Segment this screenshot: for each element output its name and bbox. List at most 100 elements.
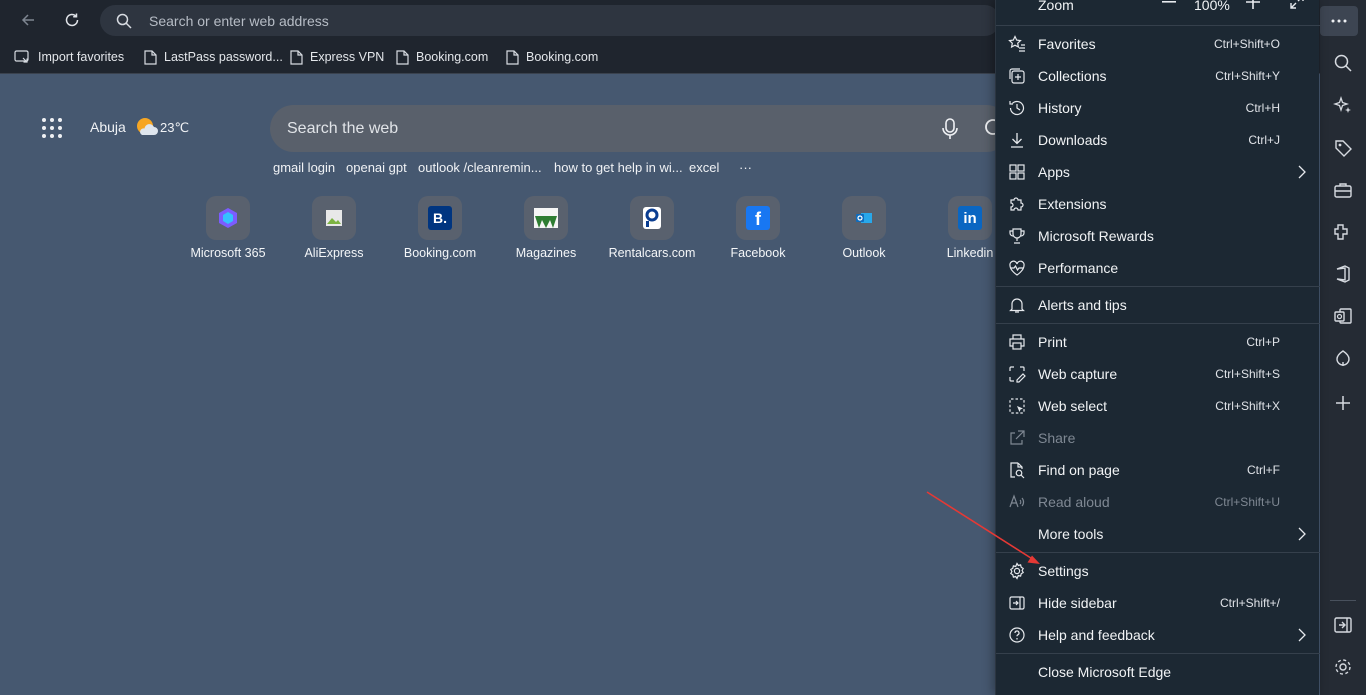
menu-item-history[interactable]: History Ctrl+H — [996, 92, 1320, 124]
zoom-label: Zoom — [1038, 0, 1074, 13]
address-placeholder: Search or enter web address — [149, 13, 329, 29]
menu-item-web-capture[interactable]: Web capture Ctrl+Shift+S — [996, 358, 1320, 390]
trending-search-item[interactable]: openai gpt — [346, 160, 407, 175]
zoom-in-icon[interactable] — [1246, 0, 1260, 9]
menu-item-downloads[interactable]: Downloads Ctrl+J — [996, 124, 1320, 156]
apps-icon — [1009, 164, 1025, 180]
favorite-lastpass[interactable]: LastPass password... — [144, 46, 283, 68]
settings-and-more-button[interactable] — [1320, 6, 1358, 36]
quick-link-tile[interactable]: f Facebook — [705, 196, 811, 260]
chevron-right-icon — [1298, 628, 1306, 642]
page-icon — [144, 49, 157, 65]
sidebar-divider — [1330, 600, 1356, 601]
menu-divider — [996, 286, 1320, 287]
menu-item-settings[interactable]: Settings — [996, 555, 1320, 587]
quick-link-tile[interactable]: B. Booking.com — [387, 196, 493, 260]
refresh-icon — [65, 13, 79, 27]
booking-logo-icon: B. — [418, 196, 462, 240]
web-capture-icon — [1009, 366, 1026, 383]
sidebar-search-icon[interactable] — [1333, 53, 1353, 73]
sidebar-settings-icon[interactable] — [1333, 657, 1353, 677]
web-select-icon — [1009, 398, 1025, 414]
favorite-booking-2[interactable]: Booking.com — [506, 46, 598, 68]
toolbox-icon[interactable] — [1333, 180, 1353, 200]
menu-item-collections[interactable]: Collections Ctrl+Shift+Y — [996, 60, 1320, 92]
menu-item-more-tools[interactable]: More tools — [996, 518, 1320, 550]
menu-divider — [996, 552, 1320, 553]
menu-item-extensions[interactable]: Extensions — [996, 188, 1320, 220]
chevron-right-icon — [1298, 527, 1306, 541]
history-icon — [1009, 100, 1025, 116]
magazines-logo-icon — [524, 196, 568, 240]
facebook-logo-icon: f — [736, 196, 780, 240]
menu-divider — [996, 653, 1320, 654]
fullscreen-icon[interactable] — [1290, 0, 1304, 9]
sidebar-hide-icon[interactable] — [1333, 615, 1353, 635]
download-icon — [1011, 133, 1023, 148]
menu-item-read-aloud[interactable]: Read aloud Ctrl+Shift+U — [996, 486, 1320, 518]
trending-search-item[interactable]: outlook /cleanremin... — [418, 160, 542, 175]
broken-image-icon — [312, 196, 356, 240]
trophy-icon — [1009, 228, 1025, 244]
trending-search-item[interactable]: excel — [689, 160, 719, 175]
menu-item-microsoft-rewards[interactable]: Microsoft Rewards — [996, 220, 1320, 252]
web-search-placeholder: Search the web — [287, 120, 399, 137]
refresh-button[interactable] — [58, 6, 86, 34]
tag-icon[interactable] — [1333, 138, 1353, 158]
games-icon[interactable] — [1333, 222, 1353, 242]
app-launcher-icon[interactable] — [40, 116, 64, 140]
menu-item-share[interactable]: Share — [996, 422, 1320, 454]
import-icon — [14, 49, 29, 63]
menu-item-performance[interactable]: Performance — [996, 252, 1320, 284]
puzzle-icon — [1010, 197, 1024, 211]
weather-temperature: 23℃ — [160, 120, 190, 135]
back-arrow-icon — [21, 14, 34, 26]
favorite-import-favorites[interactable]: Import favorites — [14, 46, 124, 68]
back-button[interactable] — [14, 6, 42, 34]
menu-item-web-select[interactable]: Web select Ctrl+Shift+X — [996, 390, 1320, 422]
star-list-icon — [1008, 35, 1025, 52]
find-icon — [1010, 462, 1025, 479]
quick-link-tile[interactable]: Rentalcars.com — [599, 196, 705, 260]
favorite-booking-1[interactable]: Booking.com — [396, 46, 488, 68]
menu-item-hide-sidebar[interactable]: Hide sidebar Ctrl+Shift+/ — [996, 587, 1320, 619]
outlook-logo-icon — [842, 196, 886, 240]
bell-icon — [1009, 298, 1025, 313]
quick-link-tile[interactable]: Magazines — [493, 196, 599, 260]
hide-sidebar-icon — [1009, 596, 1025, 610]
edge-sidebar — [1320, 0, 1366, 695]
address-bar[interactable]: Search or enter web address — [100, 5, 1000, 36]
microsoft365-logo-icon — [206, 196, 250, 240]
menu-item-apps[interactable]: Apps — [996, 156, 1320, 188]
gear-icon — [1010, 562, 1024, 580]
quick-link-tile[interactable]: Outlook — [811, 196, 917, 260]
menu-item-help-and-feedback[interactable]: Help and feedback — [996, 619, 1320, 651]
menu-item-favorites[interactable]: Favorites Ctrl+Shift+O — [996, 28, 1320, 60]
menu-item-print[interactable]: Print Ctrl+P — [996, 326, 1320, 358]
sparkle-icon[interactable] — [1333, 95, 1353, 115]
outlook-sidebar-icon[interactable] — [1333, 306, 1353, 326]
favorite-express-vpn[interactable]: Express VPN — [290, 46, 384, 68]
menu-item-alerts-and-tips[interactable]: Alerts and tips — [996, 289, 1320, 321]
menu-item-find-on-page[interactable]: Find on page Ctrl+F — [996, 454, 1320, 486]
help-icon — [1009, 627, 1025, 643]
office-icon[interactable] — [1333, 264, 1353, 284]
zoom-out-icon[interactable] — [1162, 1, 1176, 3]
drop-icon[interactable] — [1333, 348, 1353, 368]
microphone-icon[interactable] — [940, 118, 960, 140]
web-search-box[interactable]: Search the web — [270, 105, 1010, 152]
heartbeat-icon — [1009, 260, 1025, 276]
printer-icon — [1009, 334, 1025, 350]
collections-icon — [1009, 68, 1025, 84]
quick-link-tile[interactable]: Microsoft 365 — [175, 196, 281, 260]
menu-divider — [996, 25, 1320, 26]
menu-divider — [996, 323, 1320, 324]
settings-and-more-menu: Zoom 100% Favorites Ctrl+Shift+O Collect… — [995, 0, 1320, 695]
trending-more-button[interactable]: ··· — [739, 160, 752, 175]
trending-search-item[interactable]: how to get help in wi... — [554, 160, 683, 175]
trending-search-item[interactable]: gmail login — [273, 160, 335, 175]
weather-city[interactable]: Abuja — [90, 119, 126, 135]
add-icon[interactable] — [1333, 393, 1353, 413]
quick-link-tile[interactable]: AliExpress — [281, 196, 387, 260]
menu-item-close-microsoft-edge[interactable]: Close Microsoft Edge — [996, 656, 1320, 688]
